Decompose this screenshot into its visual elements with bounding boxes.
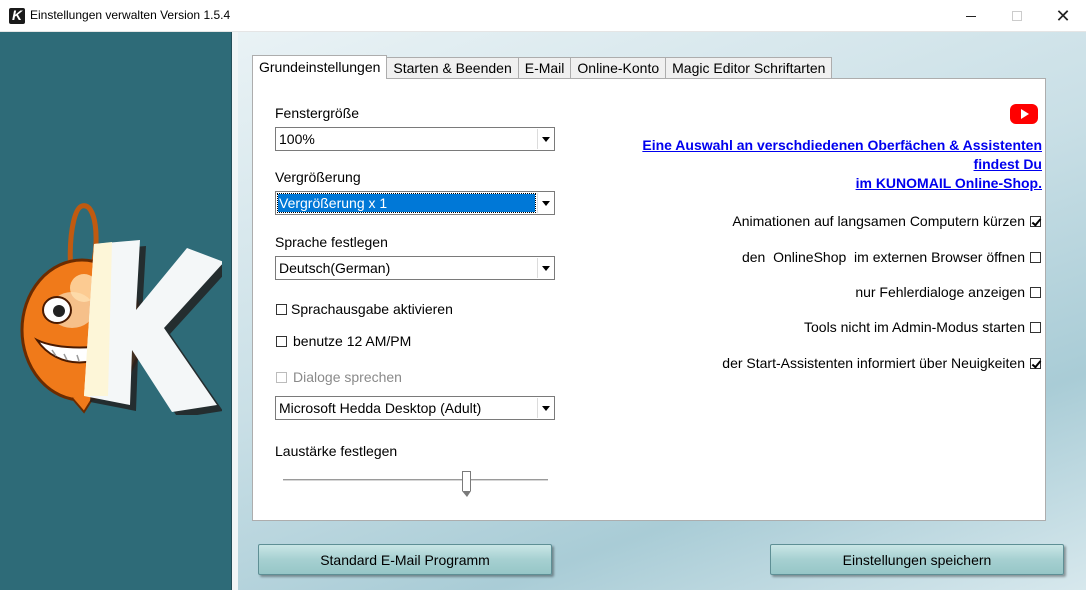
speech-output-checkbox[interactable] <box>276 304 287 315</box>
tab-magic-editor-schriftarten[interactable]: Magic Editor Schriftarten <box>665 57 833 78</box>
title-bar: Einstellungen verwalten Version 1.5.4 ✕ <box>0 0 1086 32</box>
zoom-select[interactable]: Vergrößerung x 1 <box>275 191 555 215</box>
option-label: der Start-Assistenten informiert über Ne… <box>722 355 1025 371</box>
chevron-down-icon[interactable] <box>537 258 553 278</box>
tab-starten-beenden[interactable]: Starten & Beenden <box>386 57 519 78</box>
tab-bar: Grundeinstellungen Starten & Beenden E-M… <box>252 55 833 79</box>
start-assistant-news-checkbox[interactable] <box>1030 358 1041 369</box>
language-select[interactable]: Deutsch(German) <box>275 256 555 280</box>
ampm-checkbox[interactable] <box>276 336 287 347</box>
chevron-down-icon[interactable] <box>537 193 553 213</box>
voice-select[interactable]: Microsoft Hedda Desktop (Adult) <box>275 396 555 420</box>
online-shop-link-line1: Eine Auswahl an verschdiedenen Oberfäche… <box>642 137 1042 172</box>
online-shop-link-line2: im KUNOMAIL Online-Shop. <box>855 175 1042 191</box>
speech-output-label: Sprachausgabe aktivieren <box>291 301 453 317</box>
speak-dialogs-checkbox[interactable] <box>276 372 287 383</box>
tab-grundeinstellungen[interactable]: Grundeinstellungen <box>252 55 388 79</box>
app-logo-icon <box>9 7 25 24</box>
error-dialogs-checkbox[interactable] <box>1030 287 1041 298</box>
save-settings-button[interactable]: Einstellungen speichern <box>770 544 1064 575</box>
option-label: Tools nicht im Admin-Modus starten <box>804 319 1025 335</box>
minimize-button[interactable] <box>948 0 994 32</box>
close-button[interactable]: ✕ <box>1040 0 1086 32</box>
default-mail-program-button[interactable]: Standard E-Mail Programm <box>258 544 552 575</box>
option-label: nur Fehlerdialoge anzeigen <box>855 284 1025 300</box>
online-shop-link[interactable]: Eine Auswahl an verschdiedenen Oberfäche… <box>598 136 1042 193</box>
volume-slider-track[interactable] <box>283 479 548 481</box>
maximize-button[interactable] <box>994 0 1040 32</box>
tab-online-konto[interactable]: Online-Konto <box>570 57 667 78</box>
language-label: Sprache festlegen <box>275 234 388 250</box>
admin-mode-checkbox[interactable] <box>1030 322 1041 333</box>
tab-email[interactable]: E-Mail <box>517 57 572 78</box>
minimize-icon <box>966 15 976 17</box>
window-title: Einstellungen verwalten Version 1.5.4 <box>30 8 231 22</box>
language-value: Deutsch(German) <box>279 260 391 276</box>
close-icon: ✕ <box>1055 5 1071 26</box>
youtube-icon[interactable] <box>1010 104 1038 124</box>
ampm-label: benutze 12 AM/PM <box>293 333 412 349</box>
window-size-label: Fenstergröße <box>275 105 360 121</box>
maximize-icon <box>1012 11 1022 21</box>
option-label: den OnlineShop im externen Browser öffne… <box>741 249 1025 265</box>
mascot-logo-icon <box>20 203 222 415</box>
window-size-select[interactable]: 100% <box>275 127 555 151</box>
speak-dialogs-label: Dialoge sprechen <box>293 369 402 385</box>
chevron-down-icon[interactable] <box>537 398 553 418</box>
volume-label: Laustärke festlegen <box>275 443 398 459</box>
zoom-value: Vergrößerung x 1 <box>277 193 536 213</box>
voice-value: Microsoft Hedda Desktop (Adult) <box>279 400 482 416</box>
volume-slider-thumb[interactable] <box>462 471 471 497</box>
window-size-value: 100% <box>279 131 315 147</box>
option-label: Animationen auf langsamen Computern kürz… <box>732 213 1025 229</box>
chevron-down-icon[interactable] <box>537 129 553 149</box>
animations-checkbox[interactable] <box>1030 216 1041 227</box>
zoom-label: Vergrößerung <box>275 169 361 185</box>
external-browser-checkbox[interactable] <box>1030 252 1041 263</box>
